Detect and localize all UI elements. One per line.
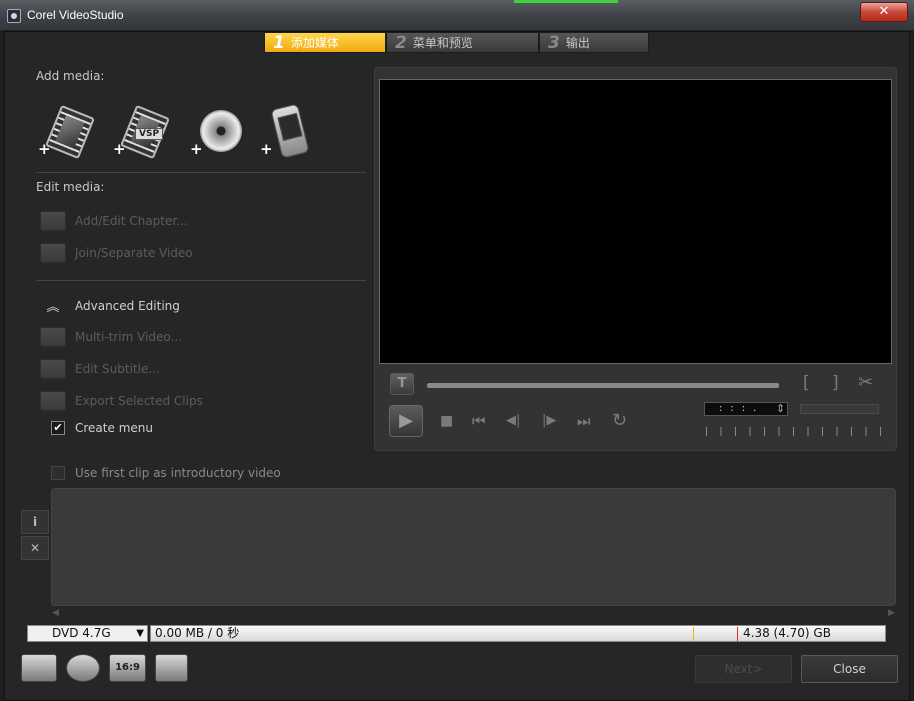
plus-icon: + bbox=[190, 140, 203, 158]
plus-icon: + bbox=[260, 140, 273, 158]
tab-add-media[interactable]: 1 添加媒体 bbox=[264, 32, 386, 53]
title-bar: Corel VideoStudio ✕ bbox=[0, 0, 914, 31]
tab-menu-preview[interactable]: 2 菜单和预览 bbox=[386, 32, 539, 53]
add-edit-chapter-button[interactable]: Add/Edit Chapter... bbox=[40, 211, 188, 231]
checkbox-label: Use first clip as introductory video bbox=[75, 466, 281, 480]
join-separate-video-button[interactable]: Join/Separate Video bbox=[40, 243, 193, 263]
tab-label: 输出 bbox=[565, 36, 590, 50]
title-text-button[interactable]: T bbox=[390, 373, 414, 395]
tab-number: 1 bbox=[273, 32, 285, 53]
edit-subtitle-button[interactable]: Edit Subtitle... bbox=[40, 359, 160, 379]
subtitle-icon bbox=[40, 359, 66, 379]
chapter-icon bbox=[40, 211, 66, 231]
close-button[interactable]: Close bbox=[801, 655, 898, 683]
capacity-marker bbox=[693, 627, 694, 641]
action-label: Export Selected Clips bbox=[75, 394, 203, 408]
export-clips-icon bbox=[40, 391, 66, 411]
app-icon bbox=[7, 9, 21, 23]
previous-frame-icon[interactable]: ◀| bbox=[506, 413, 520, 428]
chevron-down-icon: ▼ bbox=[136, 628, 144, 639]
tab-label: 添加媒体 bbox=[290, 36, 339, 50]
stop-icon[interactable]: ■ bbox=[440, 413, 453, 429]
tab-output[interactable]: 3 输出 bbox=[539, 32, 649, 53]
end-icon[interactable]: ⏭ bbox=[577, 412, 591, 430]
checkbox-unchecked-icon[interactable] bbox=[51, 466, 65, 480]
plus-icon: + bbox=[113, 140, 126, 158]
create-menu-checkbox[interactable]: ✔ Create menu bbox=[35, 421, 153, 435]
tab-number: 2 bbox=[395, 32, 407, 53]
use-first-clip-checkbox[interactable]: Use first clip as introductory video bbox=[35, 466, 281, 480]
info-button[interactable]: i bbox=[21, 510, 49, 534]
mark-out-button[interactable]: ] bbox=[832, 373, 839, 393]
aspect-ratio-button[interactable]: 16:9 bbox=[109, 654, 146, 682]
phone-icon bbox=[270, 103, 310, 159]
multi-trim-icon bbox=[40, 327, 66, 347]
checkbox-label: Create menu bbox=[75, 421, 153, 435]
add-vsp-project-button[interactable]: VSP + bbox=[113, 104, 170, 160]
action-label: Edit Subtitle... bbox=[75, 362, 160, 376]
mark-in-button[interactable]: [ bbox=[803, 373, 810, 393]
window-title: Corel VideoStudio bbox=[27, 8, 124, 22]
delete-button[interactable]: ✕ bbox=[21, 536, 49, 560]
disc-capacity-bar: 0.00 MB / 0 秒 4.38 (4.70) GB bbox=[150, 625, 886, 642]
disc-total-text: 4.38 (4.70) GB bbox=[743, 626, 831, 640]
scrub-bar[interactable] bbox=[427, 383, 779, 388]
divider bbox=[36, 280, 366, 281]
printer-icon[interactable] bbox=[155, 654, 188, 682]
chevron-up-icon: ︽ bbox=[46, 300, 60, 315]
vsp-tag: VSP bbox=[135, 128, 164, 140]
film-icon bbox=[45, 104, 95, 160]
plus-icon: + bbox=[38, 140, 51, 158]
export-selected-clips-button[interactable]: Export Selected Clips bbox=[40, 391, 203, 411]
advanced-editing-toggle[interactable]: ︽ Advanced Editing bbox=[40, 296, 180, 316]
join-video-icon bbox=[40, 243, 66, 263]
disc-icon bbox=[200, 110, 242, 152]
action-label: Advanced Editing bbox=[75, 298, 180, 313]
timeline-ticks bbox=[706, 427, 882, 436]
tab-number: 3 bbox=[548, 32, 560, 53]
taskbar-indicator bbox=[514, 0, 618, 3]
edit-media-label: Edit media: bbox=[36, 180, 105, 194]
capacity-marker bbox=[737, 627, 738, 641]
action-label: Add/Edit Chapter... bbox=[75, 214, 188, 228]
disc-type-select[interactable]: DVD 4.7G ▼ bbox=[27, 625, 148, 642]
disc-type-value: DVD 4.7G bbox=[52, 626, 111, 640]
divider bbox=[36, 172, 366, 173]
window-close-button[interactable]: ✕ bbox=[860, 2, 908, 22]
chapter-list-icon[interactable] bbox=[21, 654, 57, 682]
media-clip-list[interactable] bbox=[51, 488, 896, 606]
add-mobile-device-button[interactable]: + bbox=[260, 103, 316, 160]
next-frame-icon[interactable]: |▶ bbox=[542, 413, 556, 428]
add-disc-button[interactable]: + bbox=[190, 104, 246, 160]
volume-slider[interactable] bbox=[800, 404, 879, 414]
next-button[interactable]: Next> bbox=[695, 655, 792, 683]
tab-label: 菜单和预览 bbox=[412, 36, 473, 50]
scroll-left-icon[interactable]: ◀ bbox=[52, 608, 59, 618]
timecode-spin-icon[interactable]: ⇕ bbox=[776, 402, 785, 415]
add-media-label: Add media: bbox=[36, 69, 105, 83]
action-label: Join/Separate Video bbox=[75, 246, 193, 260]
settings-gear-icon[interactable] bbox=[66, 654, 100, 682]
scroll-right-icon[interactable]: ▶ bbox=[888, 608, 895, 618]
play-button[interactable]: ▶ bbox=[389, 405, 423, 437]
step-tabs: 1 添加媒体 2 菜单和预览 3 输出 bbox=[264, 32, 649, 53]
home-icon[interactable]: ⏮ bbox=[472, 412, 486, 430]
disc-usage-text: 0.00 MB / 0 秒 bbox=[155, 626, 240, 640]
scissors-icon[interactable]: ✂ bbox=[858, 372, 873, 393]
checkbox-checked-icon[interactable]: ✔ bbox=[51, 421, 65, 435]
repeat-icon[interactable]: ↻ bbox=[612, 410, 627, 431]
preview-screen bbox=[379, 79, 892, 364]
action-label: Multi-trim Video... bbox=[75, 330, 182, 344]
add-video-button[interactable]: + bbox=[38, 104, 95, 160]
multi-trim-video-button[interactable]: Multi-trim Video... bbox=[40, 327, 182, 347]
